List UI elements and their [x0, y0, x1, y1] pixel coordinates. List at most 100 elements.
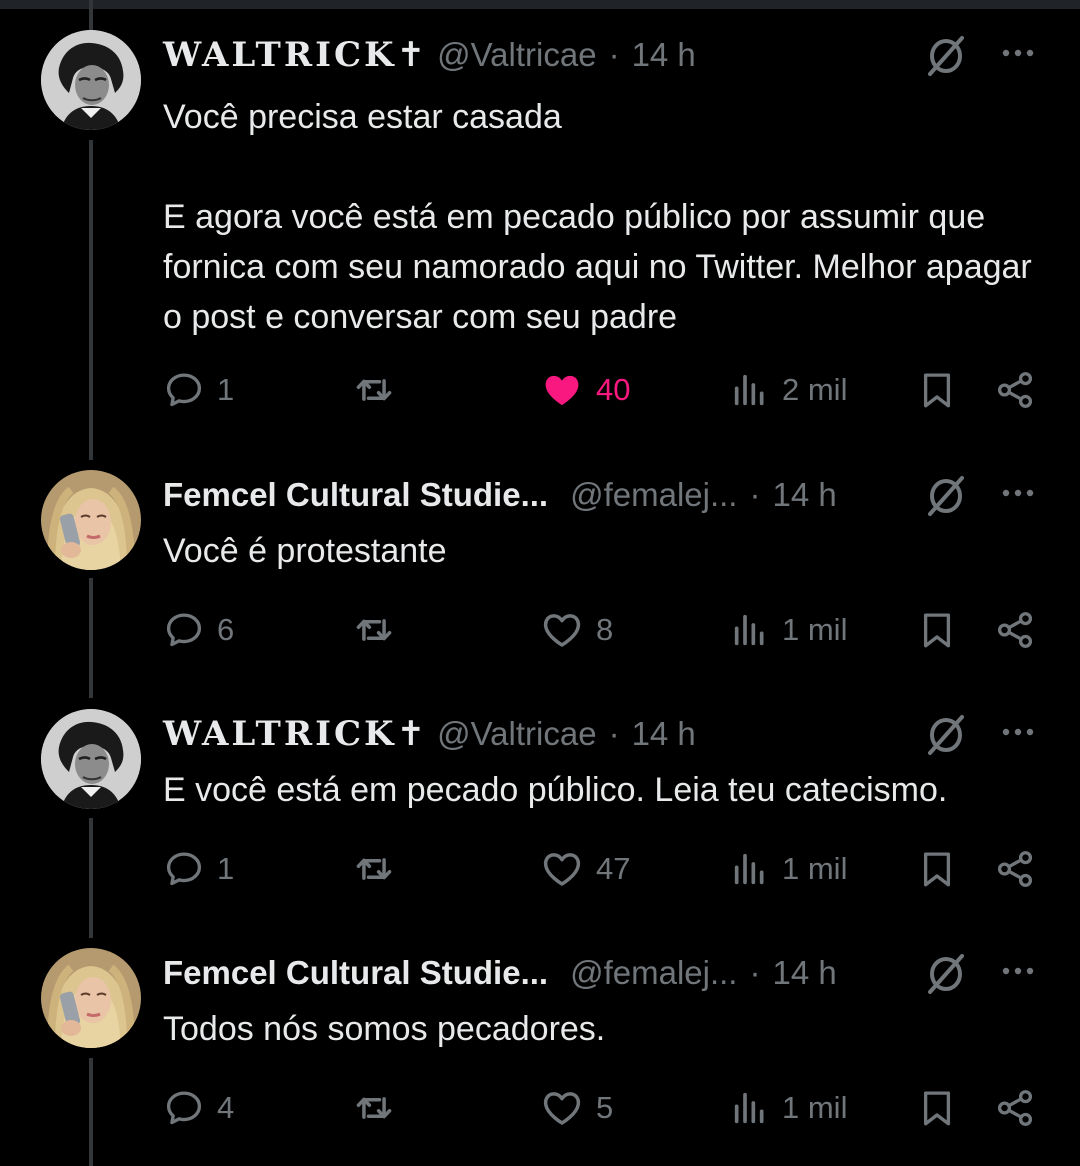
muted-conversation-icon[interactable]	[922, 950, 970, 998]
view-count: 1 mil	[782, 612, 848, 647]
tweet-text-paragraph: Você é protestante	[163, 532, 447, 570]
bookmark-icon	[916, 1087, 958, 1129]
more-options-icon[interactable]	[998, 478, 1038, 508]
timestamp[interactable]: 14 h	[772, 476, 836, 514]
views-chart-icon	[730, 370, 770, 410]
tweet-actions: 4 5 1 mil	[0, 1083, 1080, 1133]
separator-dot: ·	[608, 715, 620, 752]
reply-icon	[163, 369, 205, 411]
views-button[interactable]: 1 mil	[730, 1083, 847, 1133]
heart-icon	[540, 368, 584, 412]
bookmark-icon	[916, 369, 958, 411]
muted-conversation-icon[interactable]	[922, 711, 970, 759]
timestamp[interactable]: 14 h	[632, 36, 696, 74]
separator-dot: ·	[749, 954, 761, 991]
tweet-actions: 1 47 1 mil	[0, 844, 1080, 894]
view-count: 1 mil	[782, 1090, 848, 1125]
retweet-button[interactable]	[352, 1083, 396, 1133]
share-button[interactable]	[994, 1083, 1036, 1133]
display-name[interactable]: Femcel Cultural Studie...	[163, 954, 548, 992]
tweet-text-paragraph: E você está em pecado público. Leia teu …	[163, 771, 948, 809]
bookmark-button[interactable]	[916, 365, 958, 415]
muted-conversation-icon[interactable]	[922, 472, 970, 520]
share-button[interactable]	[994, 605, 1036, 655]
muted-conversation-icon[interactable]	[922, 32, 970, 80]
view-count: 1 mil	[782, 851, 848, 886]
tweet-actions: 1 40 2 mil	[0, 365, 1080, 415]
retweet-button[interactable]	[352, 605, 396, 655]
reply-count: 6	[217, 612, 235, 647]
views-chart-icon	[730, 610, 770, 650]
tweet[interactable]: WALTRICK ✝ @Valtricae · 14 h Você precis…	[0, 30, 1080, 440]
tweet[interactable]: WALTRICK ✝ @Valtricae · 14 h E você está…	[0, 709, 1080, 924]
tweet-actions: 6 8 1 mil	[0, 605, 1080, 655]
top-separator	[0, 0, 1080, 9]
retweet-button[interactable]	[352, 844, 396, 894]
reply-button[interactable]: 1	[163, 365, 234, 415]
bookmark-button[interactable]	[916, 1083, 958, 1133]
user-handle[interactable]: @femalej...	[570, 954, 737, 992]
reply-button[interactable]: 4	[163, 1083, 234, 1133]
more-options-icon[interactable]	[998, 956, 1038, 986]
tweet[interactable]: Femcel Cultural Studie... @femalej... · …	[0, 948, 1080, 1163]
share-icon	[994, 848, 1036, 890]
display-name[interactable]: WALTRICK	[163, 35, 397, 75]
cross-symbol: ✝	[396, 714, 426, 754]
more-options-icon[interactable]	[998, 38, 1038, 68]
like-button[interactable]: 8	[540, 605, 613, 655]
heart-icon	[540, 847, 584, 891]
thread-connector-line	[89, 0, 93, 30]
like-count: 40	[596, 372, 631, 407]
timestamp[interactable]: 14 h	[772, 954, 836, 992]
reply-count: 1	[217, 851, 235, 886]
share-icon	[994, 609, 1036, 651]
user-handle[interactable]: @Valtricae	[437, 715, 596, 753]
display-name[interactable]: WALTRICK	[163, 714, 397, 754]
bookmark-button[interactable]	[916, 844, 958, 894]
more-options-icon[interactable]	[998, 717, 1038, 747]
reply-button[interactable]: 1	[163, 844, 234, 894]
like-count: 8	[596, 612, 614, 647]
like-button[interactable]: 47	[540, 844, 630, 894]
avatar[interactable]	[41, 948, 141, 1048]
tweet-text-paragraph: Você precisa estar casada	[163, 98, 562, 136]
beethoven-portrait-avatar-icon	[41, 709, 141, 809]
reply-icon	[163, 848, 205, 890]
blonde-woman-phone-avatar-icon	[41, 470, 141, 570]
views-chart-icon	[730, 849, 770, 889]
view-count: 2 mil	[782, 372, 848, 407]
reply-count: 1	[217, 372, 235, 407]
share-icon	[994, 369, 1036, 411]
tweet[interactable]: Femcel Cultural Studie... @femalej... · …	[0, 470, 1080, 685]
tweet-text-paragraph: Todos nós somos pecadores.	[163, 1010, 606, 1048]
separator-dot: ·	[749, 476, 761, 513]
reply-icon	[163, 1087, 205, 1129]
tweet-text: Você precisa estar casada E agora você e…	[163, 92, 1043, 342]
reply-icon	[163, 609, 205, 651]
like-button[interactable]: 5	[540, 1083, 613, 1133]
timestamp[interactable]: 14 h	[632, 715, 696, 753]
views-chart-icon	[730, 1088, 770, 1128]
blonde-woman-phone-avatar-icon	[41, 948, 141, 1048]
views-button[interactable]: 1 mil	[730, 605, 847, 655]
like-count: 47	[596, 851, 631, 886]
avatar[interactable]	[41, 709, 141, 809]
bookmark-button[interactable]	[916, 605, 958, 655]
user-handle[interactable]: @Valtricae	[437, 36, 596, 74]
views-button[interactable]: 1 mil	[730, 844, 847, 894]
heart-icon	[540, 608, 584, 652]
share-button[interactable]	[994, 365, 1036, 415]
avatar[interactable]	[41, 30, 141, 130]
avatar[interactable]	[41, 470, 141, 570]
reply-button[interactable]: 6	[163, 605, 234, 655]
share-button[interactable]	[994, 844, 1036, 894]
views-button[interactable]: 2 mil	[730, 365, 847, 415]
retweet-icon	[352, 368, 396, 412]
bookmark-icon	[916, 609, 958, 651]
bookmark-icon	[916, 848, 958, 890]
tweet-header: Femcel Cultural Studie... @femalej... · …	[163, 950, 837, 996]
retweet-button[interactable]	[352, 365, 396, 415]
display-name[interactable]: Femcel Cultural Studie...	[163, 476, 548, 514]
user-handle[interactable]: @femalej...	[570, 476, 737, 514]
like-button[interactable]: 40	[540, 365, 630, 415]
